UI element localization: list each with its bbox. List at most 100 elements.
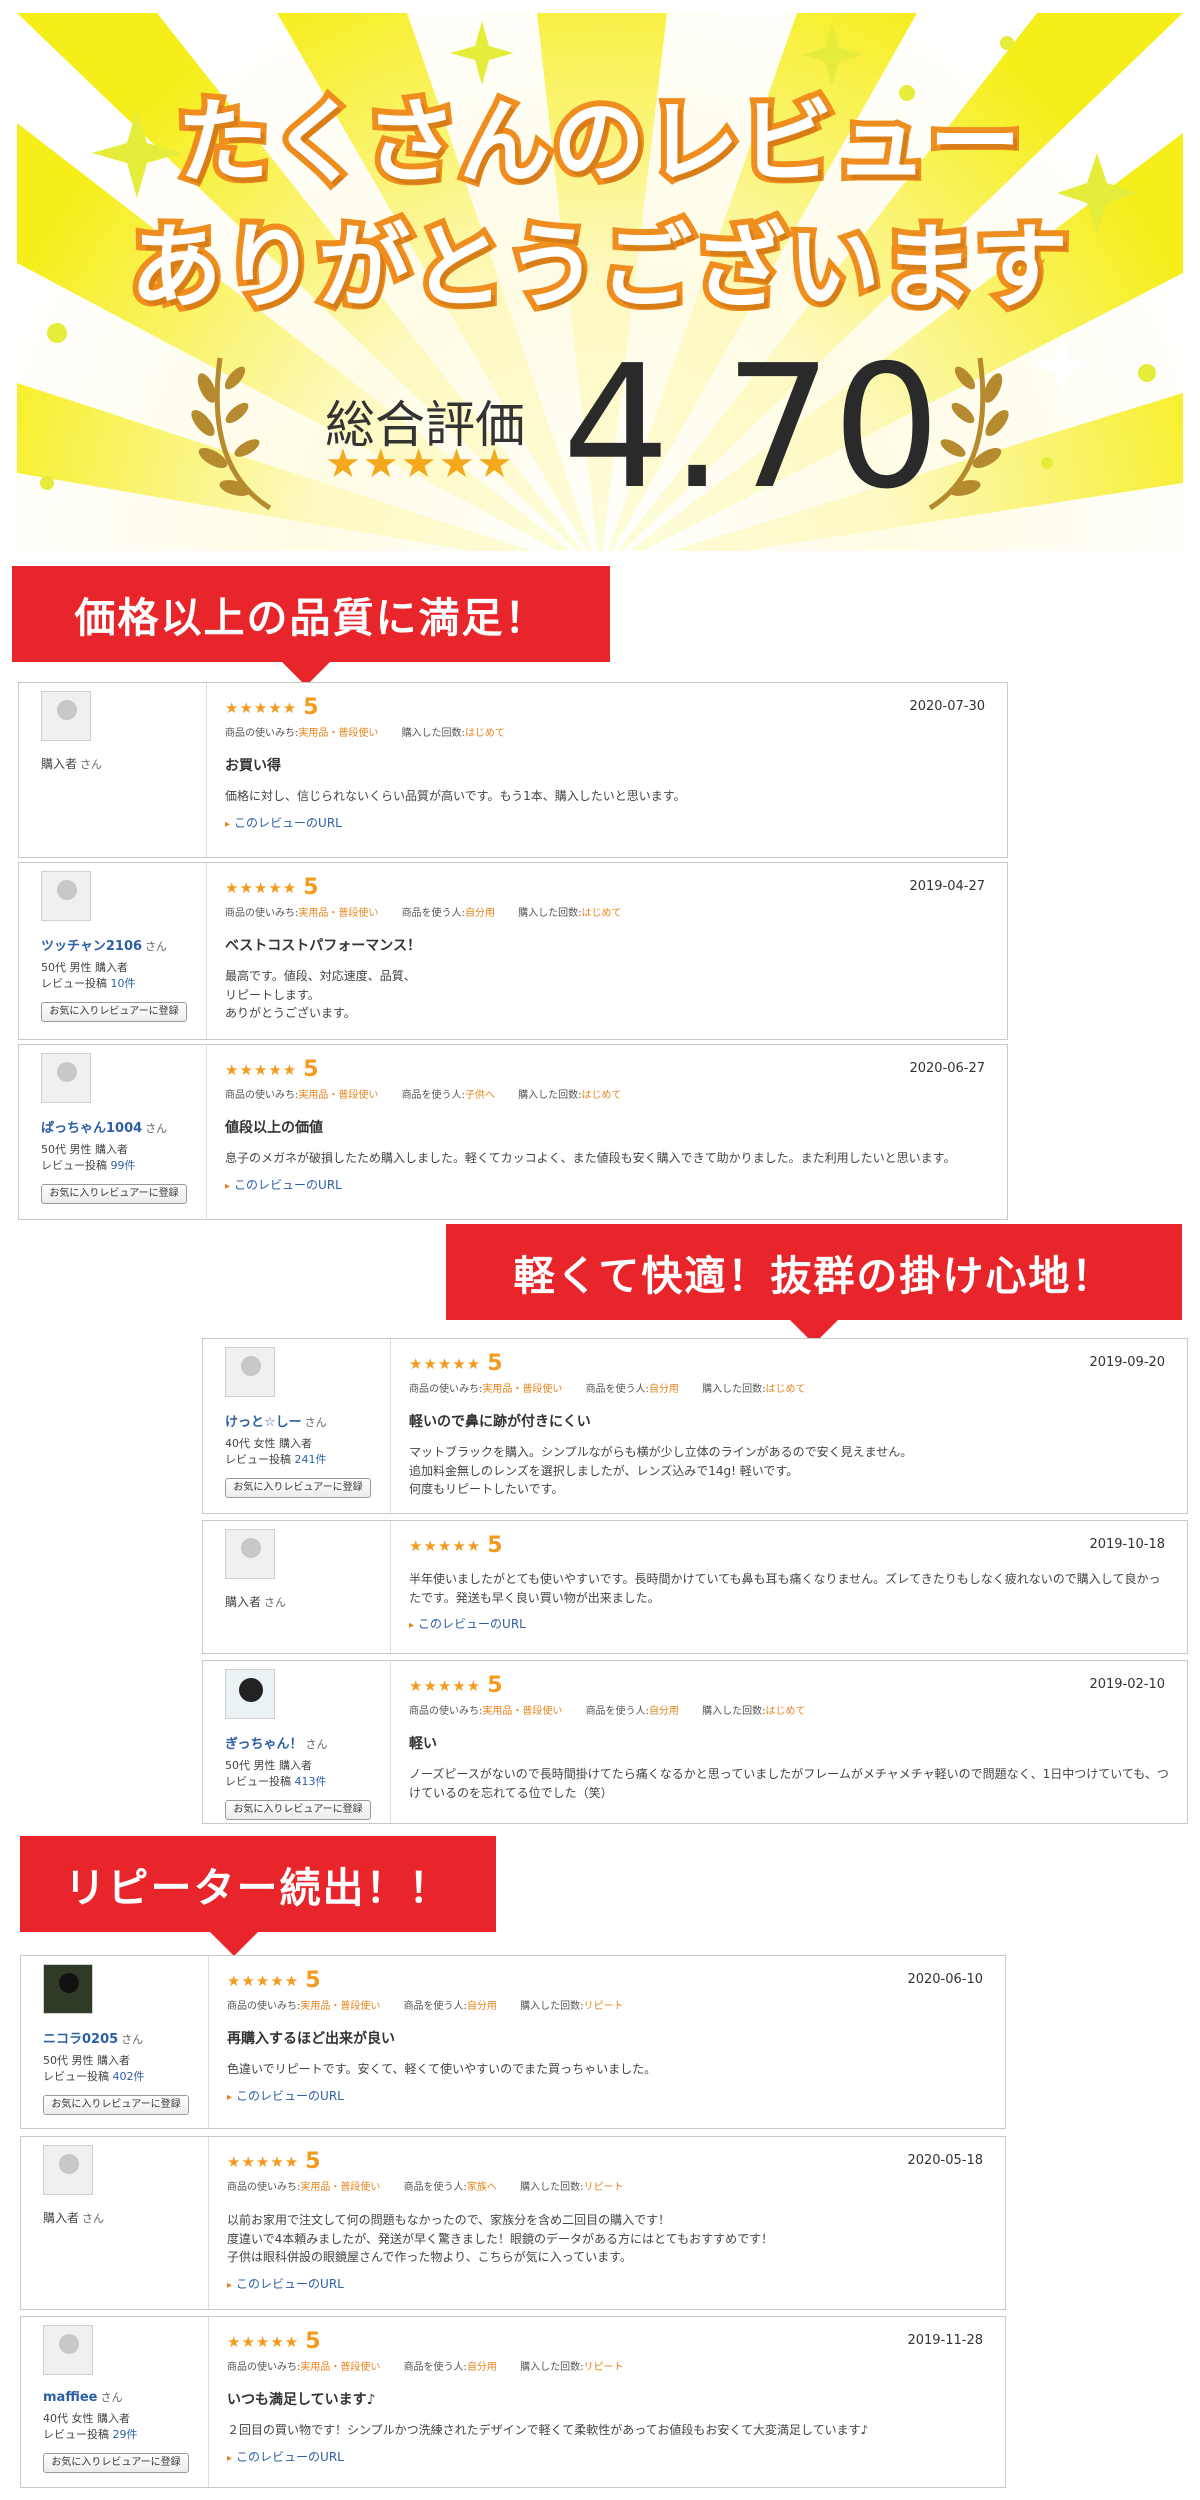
review-body: ★★★★★ 5 2020-06-27 商品の使いみち:実用品・普段使い 商品を使う…: [207, 1045, 1007, 1219]
review-title: 軽いので鼻に跡が付きにくい: [409, 1414, 591, 1430]
add-favorite-reviewer-button[interactable]: お気に入りレビュアーに登録: [41, 1183, 187, 1204]
reviewer-name: 購入者 さん: [225, 1595, 287, 1609]
star-icons: ★★★★★: [227, 2153, 300, 2171]
review-rating: ★★★★★ 5: [409, 1533, 1169, 1558]
add-favorite-reviewer-button[interactable]: お気に入りレビュアーに登録: [225, 1799, 371, 1820]
review-tags: 商品の使いみち:実用品・普段使い 購入した回数:はじめて: [225, 728, 505, 739]
reviewer-panel: けっと☆しー さん 40代 女性 購入者 レビュー投稿 241件 お気に入りレビュア…: [203, 1339, 391, 1513]
add-favorite-reviewer-button[interactable]: お気に入りレビュアーに登録: [43, 2094, 189, 2115]
review-text: マットブラックを購入。シンプルながらも横が少し立体のラインがあるので安く見えませ…: [409, 1445, 913, 1497]
review-url-link[interactable]: このレビューのURL: [225, 814, 989, 831]
review-text: ノーズピースがないので長時間掛けてたら痛くなるかと思っていましたがフレームがメチ…: [409, 1767, 1169, 1800]
review-date: 2019-10-18: [1089, 1537, 1165, 1552]
review-date: 2020-07-30: [909, 699, 985, 714]
review-body: ★★★★★ 5 2019-02-10 商品の使いみち:実用品・普段使い 商品を使う…: [391, 1661, 1187, 1823]
review-date: 2020-06-10: [907, 1972, 983, 1987]
reviewer-panel: maffiee さん 40代 女性 購入者 レビュー投稿 29件 お気に入りレビュア…: [21, 2317, 209, 2487]
review-url-link[interactable]: このレビューのURL: [225, 1176, 989, 1193]
review-title: 値段以上の価値: [225, 1120, 323, 1136]
star-icons: ★★★★★: [227, 2333, 300, 2351]
laurel-left-icon: [191, 357, 272, 511]
review-date: 2019-09-20: [1089, 1355, 1165, 1370]
review-tags: 商品の使いみち:実用品・普段使い 商品を使う人:自分用 購入した回数:リピート: [227, 2001, 624, 2012]
review-card: ニコラ0205 さん 50代 男性 購入者 レビュー投稿 402件 お気に入りレビュ…: [20, 1955, 1006, 2129]
star-icons: ★★★★★: [227, 1972, 300, 1990]
review-score: 5: [305, 2149, 322, 2174]
reviewer-profile: 50代 男性 購入者 レビュー投稿 10件: [41, 961, 136, 990]
review-rating: ★★★★★ 5: [225, 875, 989, 900]
section-banner-label: 価格以上の品質に満足！: [74, 594, 548, 642]
review-rating: ★★★★★ 5: [225, 695, 989, 720]
section-banner-repeaters: リピーター続出！！: [20, 1836, 496, 1956]
review-page: たくさんのレビュー ありがとうございます 総合評価 ★★★★★ 4.70 価格以…: [0, 0, 1200, 2500]
default-avatar-icon: [225, 1529, 275, 1579]
review-rating: ★★★★★ 5: [227, 2149, 987, 2174]
reviewer-name-link[interactable]: ぱっちゃん1004 さん: [41, 1117, 206, 1136]
review-text: 半年使いましたがとても使いやすいです。長時間かけていても鼻も耳も痛くなりません。…: [409, 1572, 1161, 1605]
section-banner-comfort: 軽くて快適！抜群の掛け心地！: [446, 1224, 1182, 1344]
review-card: ツッチャン2106 さん 50代 男性 購入者 レビュー投稿 10件 お気に入りレビ…: [18, 862, 1008, 1040]
review-tags: 商品の使いみち:実用品・普段使い 商品を使う人:自分用 購入した回数:リピート: [227, 2362, 624, 2373]
reviewer-profile: 50代 男性 購入者 レビュー投稿 402件: [43, 2054, 145, 2083]
review-body: ★★★★★ 5 2020-07-30 商品の使いみち:実用品・普段使い 購入した回…: [207, 683, 1007, 857]
review-card: ぱっちゃん1004 さん 50代 男性 購入者 レビュー投稿 99件 お気に入りレビ…: [18, 1044, 1008, 1220]
review-title: いつも満足しています♪: [227, 2392, 376, 2408]
review-body: ★★★★★ 5 2019-04-27 商品の使いみち:実用品・普段使い 商品を使う…: [207, 863, 1007, 1039]
reviewer-name-link[interactable]: ぎっちゃん！ さん: [225, 1733, 390, 1752]
review-score: 5: [305, 1968, 322, 1993]
cat-avatar-icon: [43, 1964, 93, 2014]
review-date: 2020-05-18: [907, 2153, 983, 2168]
review-url-link[interactable]: このレビューのURL: [227, 2448, 987, 2465]
review-body: ★★★★★ 5 2019-10-18 半年使いましたがとても使いやすいです。長時間…: [391, 1521, 1187, 1653]
review-title: ベストコストパフォーマンス！: [225, 938, 421, 954]
add-favorite-reviewer-button[interactable]: お気に入りレビュアーに登録: [43, 2452, 189, 2473]
reviewer-profile: 50代 男性 購入者 レビュー投稿 413件: [225, 1759, 327, 1788]
review-body: ★★★★★ 5 2020-06-10 商品の使いみち:実用品・普段使い 商品を使う…: [209, 1956, 1005, 2128]
reviewer-name: 購入者 さん: [43, 2211, 105, 2225]
review-card: 購入者 さん ★★★★★ 5 2020-07-30 商品の使いみち:実用品・普段使い…: [18, 682, 1008, 858]
add-favorite-reviewer-button[interactable]: お気に入りレビュアーに登録: [225, 1477, 371, 1498]
reviewer-panel: 購入者 さん: [203, 1521, 391, 1653]
overall-rating-value: 4.70: [562, 329, 941, 527]
review-text: 色違いでリピートです。安くて、軽くて使いやすいのでまた買っちゃいました。: [227, 2062, 657, 2076]
review-url-link[interactable]: このレビューのURL: [409, 1615, 1169, 1632]
default-avatar-icon: [41, 871, 91, 921]
reviewer-panel: 購入者 さん: [21, 2137, 209, 2309]
review-body: ★★★★★ 5 2019-11-28 商品の使いみち:実用品・普段使い 商品を使う…: [209, 2317, 1005, 2487]
review-date: 2020-06-27: [909, 1061, 985, 1076]
review-rating: ★★★★★ 5: [227, 1968, 987, 1993]
default-avatar-icon: [225, 1347, 275, 1397]
reviewer-panel: ぎっちゃん！ さん 50代 男性 購入者 レビュー投稿 413件 お気に入りレビュア…: [203, 1661, 391, 1823]
review-date: 2019-11-28: [907, 2333, 983, 2348]
review-body: ★★★★★ 5 2020-05-18 商品の使いみち:実用品・普段使い 商品を使う…: [209, 2137, 1005, 2309]
reviewer-name-link[interactable]: けっと☆しー さん: [225, 1411, 390, 1430]
star-icons: ★★★★★: [409, 1355, 482, 1373]
review-rating: ★★★★★ 5: [409, 1351, 1169, 1376]
reviewer-name-link[interactable]: maffiee さん: [43, 2389, 208, 2405]
review-url-link[interactable]: このレビューのURL: [227, 2087, 987, 2104]
reviewer-profile: 40代 女性 購入者 レビュー投稿 241件: [225, 1437, 327, 1466]
review-score: 5: [303, 695, 320, 720]
review-score: 5: [487, 1351, 504, 1376]
star-icons: ★★★★★: [409, 1677, 482, 1695]
default-avatar-icon: [43, 2145, 93, 2195]
add-favorite-reviewer-button[interactable]: お気に入りレビュアーに登録: [41, 1001, 187, 1022]
review-score: 5: [303, 1057, 320, 1082]
review-rating: ★★★★★ 5: [225, 1057, 989, 1082]
section-banner-label: 軽くて快適！抜群の掛け心地！: [513, 1252, 1115, 1300]
review-text: ２回目の買い物です！シンプルかつ洗練されたデザインで軽くて柔軟性があってお値段も…: [227, 2423, 869, 2437]
reviewer-name-link[interactable]: ツッチャン2106 さん: [41, 935, 206, 954]
reviewer-name-link[interactable]: ニコラ0205 さん: [43, 2028, 208, 2047]
review-tags: 商品の使いみち:実用品・普段使い 商品を使う人:自分用 購入した回数:はじめて: [225, 908, 622, 919]
default-avatar-icon: [43, 2325, 93, 2375]
reviewer-panel: ニコラ0205 さん 50代 男性 購入者 レビュー投稿 402件 お気に入りレビュ…: [21, 1956, 209, 2128]
review-text: 価格に対し、信じられないくらい品質が高いです。もう1本、購入したいと思います。: [225, 789, 686, 803]
review-tags: 商品の使いみち:実用品・普段使い 商品を使う人:家族へ 購入した回数:リピート: [227, 2182, 624, 2193]
review-card: けっと☆しー さん 40代 女性 購入者 レビュー投稿 241件 お気に入りレビュア…: [202, 1338, 1188, 1514]
penguin-avatar-icon: [225, 1669, 275, 1719]
review-url-link[interactable]: このレビューのURL: [227, 2275, 987, 2292]
review-card: maffiee さん 40代 女性 購入者 レビュー投稿 29件 お気に入りレビュア…: [20, 2316, 1006, 2488]
review-rating: ★★★★★ 5: [227, 2329, 987, 2354]
review-date: 2019-02-10: [1089, 1677, 1165, 1692]
review-title: お買い得: [225, 758, 281, 774]
